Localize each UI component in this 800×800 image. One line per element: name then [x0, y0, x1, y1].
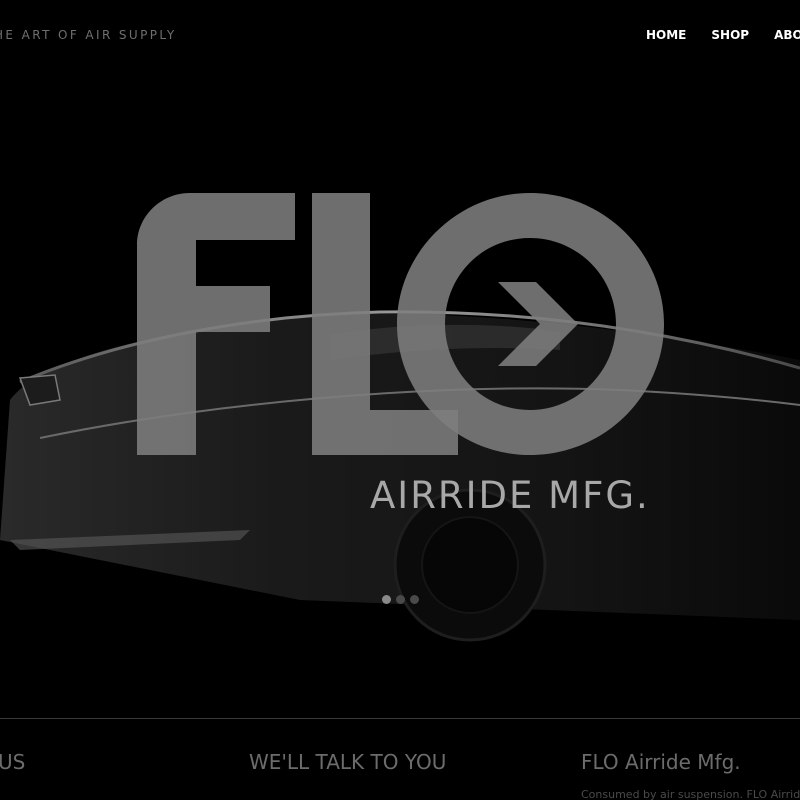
- slider-dot-2[interactable]: [396, 595, 405, 604]
- footer-col-title-us: US: [0, 750, 26, 774]
- slider-dot-1[interactable]: [382, 595, 391, 604]
- page: HE ART OF AIR SUPPLY HOME SHOP ABOUT: [0, 0, 800, 800]
- slider-pagination: [382, 595, 419, 604]
- slider-dot-3[interactable]: [410, 595, 419, 604]
- hero-slider: AIRRIDE MFG.: [0, 60, 800, 670]
- nav-about[interactable]: ABOUT: [774, 28, 800, 42]
- nav-shop[interactable]: SHOP: [711, 28, 749, 42]
- footer-col-title-flo: FLO Airride Mfg.: [581, 750, 741, 774]
- logo-subtitle: AIRRIDE MFG.: [370, 474, 650, 517]
- nav-home[interactable]: HOME: [646, 28, 686, 42]
- site-tagline: HE ART OF AIR SUPPLY: [0, 28, 177, 42]
- flo-logo: [137, 193, 664, 455]
- footer-col-title-talk: WE'LL TALK TO YOU: [249, 750, 447, 774]
- main-nav: HOME SHOP ABOUT: [646, 28, 800, 42]
- footer-divider: [0, 718, 800, 719]
- footer-about-text: Consumed by air suspension. FLO Airride: [581, 788, 800, 800]
